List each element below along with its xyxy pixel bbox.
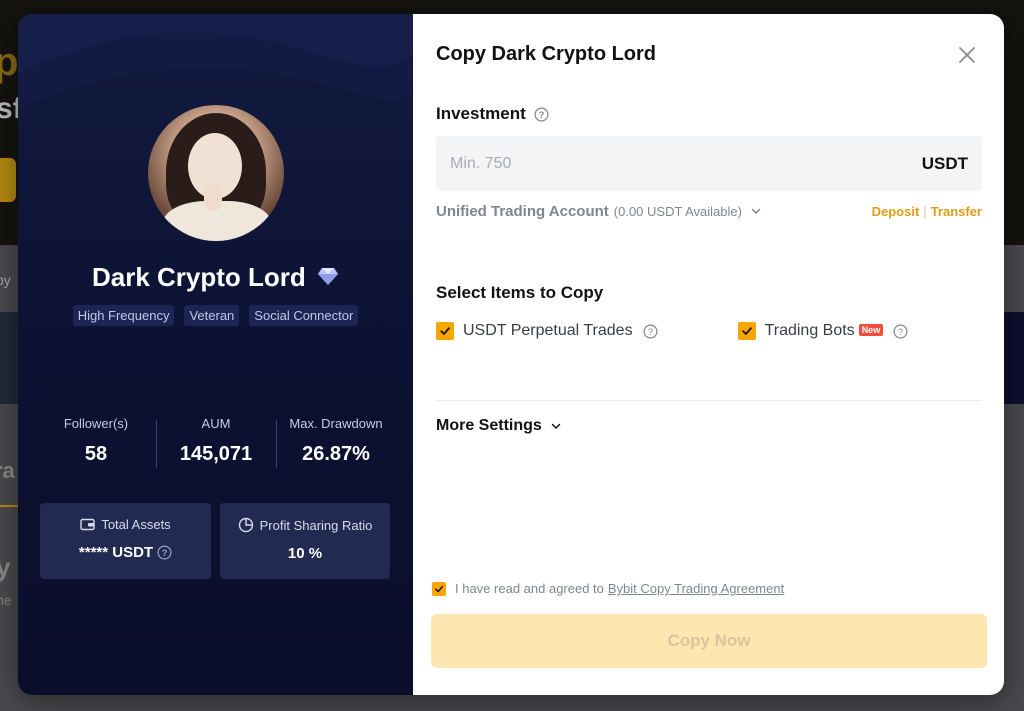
profit-sharing-box: Profit Sharing Ratio 10 % bbox=[220, 503, 390, 579]
profit-sharing-value: 10 % bbox=[287, 545, 323, 562]
stat-value: 26.87% bbox=[302, 443, 370, 465]
transfer-link[interactable]: Transfer bbox=[931, 204, 982, 219]
tag-high-frequency: High Frequency bbox=[72, 305, 175, 326]
svg-text:?: ? bbox=[538, 109, 544, 119]
svg-text:?: ? bbox=[647, 326, 652, 336]
wallet-icon bbox=[80, 518, 96, 531]
copy-item-label: USDT Perpetual Trades bbox=[463, 322, 633, 339]
stat-label: AUM bbox=[201, 416, 231, 431]
investment-unit: USDT bbox=[921, 153, 968, 173]
copy-item-label: Trading Bots bbox=[764, 322, 855, 339]
background-button bbox=[0, 158, 16, 202]
background-card-right bbox=[1004, 312, 1024, 404]
chevron-down-icon bbox=[551, 423, 561, 429]
help-icon[interactable]: ? bbox=[893, 324, 908, 339]
check-icon bbox=[440, 327, 450, 335]
background-section-title-2: y bbox=[0, 552, 11, 582]
stat-followers: Follower(s) 58 bbox=[36, 416, 156, 472]
close-icon[interactable] bbox=[956, 44, 978, 66]
agreement-link[interactable]: Bybit Copy Trading Agreement bbox=[608, 581, 784, 596]
deposit-link[interactable]: Deposit bbox=[872, 204, 920, 219]
check-icon bbox=[741, 327, 752, 335]
copy-trading-modal: Dark Crypto Lord High Frequency Veteran … bbox=[18, 14, 1004, 695]
stat-label: Max. Drawdown bbox=[289, 416, 383, 431]
select-items-label: Select Items to Copy bbox=[436, 283, 604, 302]
trader-profile-panel: Dark Crypto Lord High Frequency Veteran … bbox=[18, 14, 413, 695]
check-icon bbox=[435, 585, 444, 592]
copy-item-usdt-perpetual[interactable]: USDT Perpetual Trades ? bbox=[436, 322, 658, 340]
background-tab-underline bbox=[0, 505, 18, 507]
investment-input[interactable] bbox=[450, 154, 922, 173]
help-icon[interactable]: ? bbox=[643, 324, 658, 339]
pie-chart-icon bbox=[238, 517, 253, 533]
link-separator: | bbox=[923, 203, 927, 219]
new-badge: New bbox=[858, 324, 884, 336]
svg-text:?: ? bbox=[898, 326, 903, 336]
total-assets-value: ***** USDT bbox=[78, 544, 154, 561]
account-selector[interactable]: Unified Trading Account bbox=[436, 203, 609, 220]
total-assets-label: Total Assets bbox=[101, 517, 171, 532]
checkbox-checked[interactable] bbox=[436, 322, 454, 340]
total-assets-box: Total Assets ***** USDT ? bbox=[40, 503, 211, 579]
tag-veteran: Veteran bbox=[184, 305, 240, 326]
trader-name: Dark Crypto Lord bbox=[18, 262, 413, 293]
trader-stats: Follower(s) 58 AUM 145,071 Max. Drawdown… bbox=[36, 416, 396, 472]
agreement-row: I have read and agreed to Bybit Copy Tra… bbox=[432, 581, 784, 596]
investment-label: Investment bbox=[436, 104, 526, 123]
background-card-left bbox=[0, 312, 18, 404]
profit-sharing-label: Profit Sharing Ratio bbox=[259, 517, 373, 533]
help-icon[interactable]: ? bbox=[157, 545, 172, 560]
account-row: Unified Trading Account (0.00 USDT Avail… bbox=[436, 201, 982, 221]
background-section-text: ne bbox=[0, 592, 12, 608]
profit-sharing-label-row: Profit Sharing Ratio bbox=[220, 517, 390, 533]
copy-item-trading-bots[interactable]: Trading Bots New ? bbox=[737, 322, 909, 340]
more-settings-label: More Settings bbox=[436, 417, 542, 434]
total-assets-value-row: ***** USDT ? bbox=[40, 544, 211, 561]
chevron-down-icon[interactable] bbox=[750, 205, 762, 217]
background-band-text: py bbox=[0, 272, 11, 288]
background-section-title: ra bbox=[0, 458, 15, 483]
checkbox-checked[interactable] bbox=[737, 322, 756, 340]
agreement-checkbox[interactable] bbox=[432, 581, 446, 596]
svg-text:?: ? bbox=[162, 548, 168, 558]
divider bbox=[436, 400, 982, 401]
trader-name-text: Dark Crypto Lord bbox=[91, 262, 306, 292]
agreement-text: I have read and agreed to bbox=[455, 581, 604, 596]
account-links: Deposit | Transfer bbox=[872, 204, 982, 219]
stat-value: 145,071 bbox=[179, 443, 253, 465]
copy-form-panel: Copy Dark Crypto Lord Investment ? USDT … bbox=[413, 14, 1004, 695]
stat-aum: AUM 145,071 bbox=[156, 416, 276, 472]
investment-input-wrapper: USDT bbox=[436, 136, 982, 191]
diamond-badge-icon bbox=[318, 268, 339, 286]
modal-title: Copy Dark Crypto Lord bbox=[436, 43, 657, 65]
stat-label: Follower(s) bbox=[63, 416, 129, 431]
trader-tags: High Frequency Veteran Social Connector bbox=[18, 305, 413, 326]
total-assets-label-row: Total Assets bbox=[40, 517, 211, 532]
profit-sharing-value-row: 10 % bbox=[220, 545, 390, 562]
help-icon[interactable]: ? bbox=[534, 107, 549, 122]
account-available: (0.00 USDT Available) bbox=[613, 203, 742, 219]
more-settings-toggle[interactable]: More Settings bbox=[436, 417, 562, 435]
tag-social-connector: Social Connector bbox=[249, 305, 359, 326]
investment-label-row: Investment ? bbox=[436, 104, 549, 124]
stat-value: 58 bbox=[84, 443, 108, 465]
trader-avatar bbox=[148, 105, 284, 241]
copy-now-button[interactable]: Copy Now bbox=[431, 614, 987, 668]
stat-max-drawdown: Max. Drawdown 26.87% bbox=[276, 416, 396, 472]
copy-items: USDT Perpetual Trades ? Trading Bots New… bbox=[436, 322, 908, 340]
